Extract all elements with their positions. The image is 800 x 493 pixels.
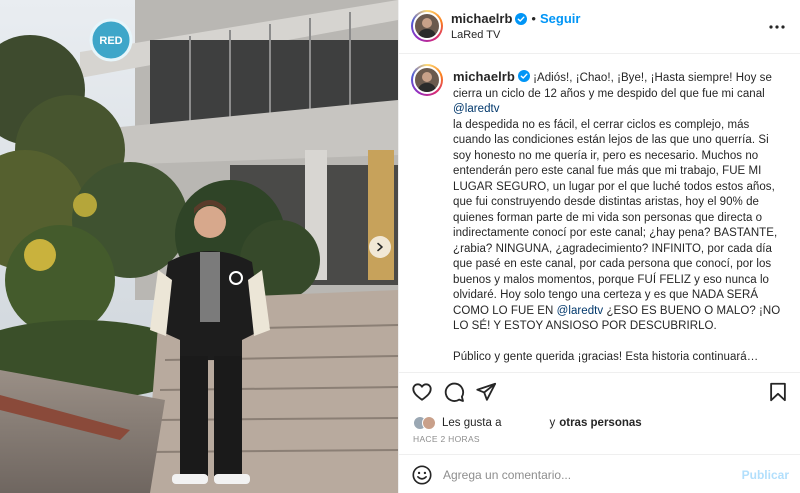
comment-input[interactable] (443, 465, 733, 485)
header-location[interactable]: LaRed TV (451, 29, 500, 41)
caption-avatar[interactable] (411, 64, 443, 96)
mention-link[interactable]: @laredtv (453, 103, 500, 115)
bookmark-icon[interactable] (767, 381, 789, 403)
likes-prefix: Les gusta a (442, 417, 502, 429)
post-photo[interactable]: RED (0, 0, 398, 493)
post-header: michaelrb • Seguir LaRed TV (399, 0, 800, 54)
comment-bar: Publicar (399, 454, 800, 493)
carousel-next-button[interactable] (369, 236, 391, 258)
comment-icon[interactable] (443, 381, 465, 403)
more-horizontal-icon[interactable] (767, 17, 787, 37)
share-icon[interactable] (475, 381, 497, 403)
verified-badge-icon (515, 12, 528, 25)
caption-username[interactable]: michaelrb (453, 69, 515, 84)
heart-icon[interactable] (411, 381, 433, 403)
header-username[interactable]: michaelrb (451, 11, 512, 26)
caption-area[interactable]: michaelrb ¡Adiós!, ¡Chao!, ¡Bye!, ¡Hasta… (399, 54, 800, 372)
caption-body-2: la despedida no es fácil, el cerrar cicl… (453, 118, 778, 317)
likes-others-link[interactable]: otras personas (559, 417, 641, 429)
action-bar (399, 372, 800, 408)
emoji-icon[interactable] (411, 464, 433, 486)
likes-summary[interactable]: Les gusta a y otras personas (413, 414, 642, 432)
logo-text: RED (99, 35, 122, 47)
verified-badge-icon (517, 70, 530, 82)
author-avatar[interactable] (411, 10, 443, 42)
likes-connector: y (549, 417, 556, 429)
post-side-panel: michaelrb • Seguir LaRed TV michaelrb ¡A… (398, 0, 800, 493)
post-timestamp[interactable]: HACE 2 HORAS (413, 434, 480, 444)
follow-button[interactable]: Seguir (540, 11, 580, 26)
post-image: RED (0, 0, 398, 493)
separator-dot: • (531, 11, 536, 26)
liker-avatar (422, 416, 436, 430)
mention-link[interactable]: @laredtv (557, 305, 604, 317)
chevron-right-icon (377, 242, 383, 252)
publish-button[interactable]: Publicar (742, 468, 789, 482)
caption-text: michaelrb ¡Adiós!, ¡Chao!, ¡Bye!, ¡Hasta… (453, 69, 787, 372)
